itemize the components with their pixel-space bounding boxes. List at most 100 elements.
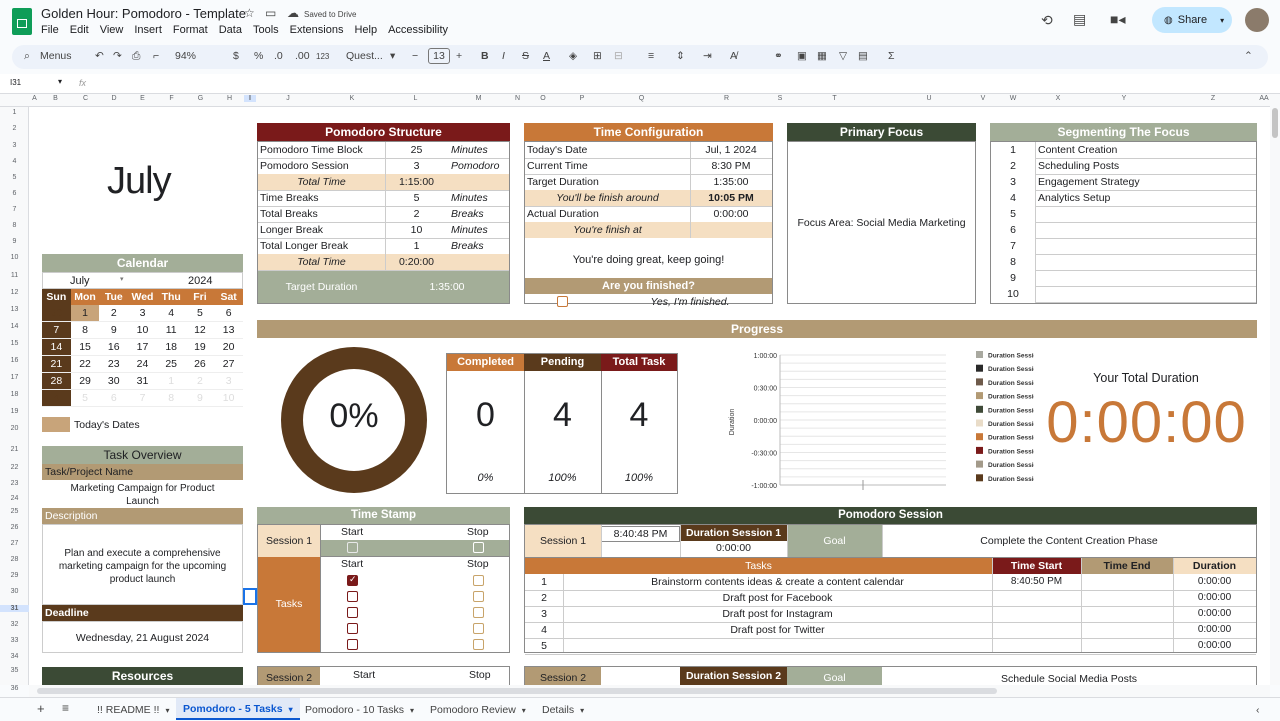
- task-start-checkbox[interactable]: [347, 574, 358, 586]
- calendar-date[interactable]: 8: [156, 390, 186, 407]
- meet-icon[interactable]: ■◂: [1110, 11, 1125, 28]
- structure-value[interactable]: 10: [385, 224, 448, 236]
- chevron-down-icon[interactable]: ▾: [580, 706, 584, 715]
- column-header-Y[interactable]: Y: [1080, 95, 1168, 102]
- column-header-AA[interactable]: AA: [1258, 95, 1270, 102]
- row-header-32[interactable]: 32: [0, 621, 29, 628]
- sheet-tab[interactable]: Pomodoro - 10 Tasks ▾: [305, 704, 414, 716]
- task-start-checkbox[interactable]: [347, 639, 358, 650]
- sheets-logo-icon[interactable]: [12, 8, 32, 35]
- task-text[interactable]: Draft post for Twitter: [563, 624, 992, 636]
- align-vertical-icon[interactable]: ⇕: [676, 50, 685, 62]
- calendar-date[interactable]: 11: [156, 322, 186, 339]
- structure-value[interactable]: 0:20:00: [385, 256, 448, 268]
- column-header-A[interactable]: A: [29, 95, 40, 102]
- menu-edit[interactable]: Edit: [70, 24, 89, 36]
- task-text[interactable]: Brainstorm contents ideas & create a con…: [563, 576, 992, 588]
- month-select[interactable]: July: [70, 275, 90, 287]
- column-header-I[interactable]: I: [244, 95, 256, 102]
- all-sheets-icon[interactable]: ≡: [62, 701, 69, 715]
- structure-value[interactable]: 25: [385, 144, 448, 156]
- menu-tools[interactable]: Tools: [253, 24, 279, 36]
- config-value[interactable]: Jul, 1 2024: [690, 144, 772, 156]
- row-header-19[interactable]: 19: [0, 408, 29, 415]
- task-stop-checkbox[interactable]: [473, 639, 484, 650]
- text-rotation-icon[interactable]: A̸: [730, 50, 737, 62]
- functions-icon[interactable]: Σ: [888, 50, 895, 62]
- row-header-3[interactable]: 3: [0, 142, 29, 149]
- chevron-down-icon[interactable]: ▾: [390, 50, 395, 62]
- scroll-tabs-icon[interactable]: ‹: [1256, 704, 1260, 716]
- print-icon[interactable]: ⎙: [132, 50, 140, 63]
- sheet-tab[interactable]: !! README !! ▾: [97, 704, 169, 716]
- row-header-2[interactable]: 2: [0, 125, 29, 132]
- column-header-G[interactable]: G: [186, 95, 215, 102]
- config-value[interactable]: 10:05 PM: [690, 192, 772, 204]
- row-header-28[interactable]: 28: [0, 556, 29, 563]
- version-history-icon[interactable]: ⟲: [1041, 12, 1053, 29]
- calendar-date[interactable]: 3: [128, 305, 157, 322]
- avatar[interactable]: [1245, 8, 1269, 32]
- deadline-value[interactable]: Wednesday, 21 August 2024: [42, 621, 243, 653]
- session1-timestamp[interactable]: 8:40:48 PM: [601, 526, 680, 542]
- number-format-button[interactable]: 123: [316, 52, 329, 61]
- year-value[interactable]: 2024: [188, 275, 212, 287]
- calendar-date[interactable]: 2: [99, 305, 129, 322]
- row-header-12[interactable]: 12: [0, 289, 29, 296]
- menu-format[interactable]: Format: [173, 24, 208, 36]
- config-value[interactable]: 8:30 PM: [690, 160, 772, 172]
- segment-text[interactable]: Scheduling Posts: [1038, 160, 1119, 172]
- structure-value[interactable]: 3: [385, 160, 448, 172]
- calendar-date[interactable]: 6: [214, 305, 243, 322]
- row-header-14[interactable]: 14: [0, 323, 29, 330]
- duration-chart[interactable]: 1:00:00 0:30:00 0:00:00 -0:30:00 -1:00:00 Dur…: [694, 347, 1051, 493]
- column-header-K[interactable]: K: [320, 95, 384, 102]
- strikethrough-icon[interactable]: S: [522, 50, 529, 62]
- calendar-date[interactable]: 29: [70, 373, 100, 390]
- finished-checkbox[interactable]: [557, 296, 568, 307]
- calendar-date[interactable]: 26: [185, 356, 215, 373]
- task-text[interactable]: Draft post for Facebook: [563, 592, 992, 604]
- row-header-21[interactable]: 21: [0, 446, 29, 453]
- link-icon[interactable]: ⚭: [774, 50, 783, 62]
- share-button[interactable]: ◍ Share ▾: [1152, 7, 1232, 33]
- calendar-date[interactable]: 6: [99, 390, 129, 407]
- row-header-13[interactable]: 13: [0, 306, 29, 313]
- add-sheet-icon[interactable]: +: [37, 701, 45, 716]
- calendar-date[interactable]: 9: [99, 322, 129, 339]
- row-header-16[interactable]: 16: [0, 357, 29, 364]
- menu-data[interactable]: Data: [219, 24, 242, 36]
- borders-icon[interactable]: ⊞: [593, 50, 602, 62]
- session1-stop-checkbox[interactable]: [473, 542, 484, 553]
- structure-value[interactable]: 1:15:00: [385, 176, 448, 188]
- calendar-date[interactable]: 1: [156, 373, 186, 390]
- menu-extensions[interactable]: Extensions: [290, 24, 344, 36]
- sheet-tab[interactable]: Pomodoro Review ▾: [430, 704, 526, 716]
- column-header-F[interactable]: F: [157, 95, 186, 102]
- calendar-date[interactable]: 20: [214, 339, 243, 356]
- row-header-24[interactable]: 24: [0, 495, 29, 502]
- merge-cells-icon[interactable]: ⊟: [614, 50, 623, 62]
- search-icon[interactable]: ⌕: [24, 50, 30, 63]
- horizontal-scroll-thumb[interactable]: [37, 688, 997, 694]
- calendar-date[interactable]: 30: [99, 373, 129, 390]
- column-header-R[interactable]: R: [680, 95, 773, 102]
- row-header-15[interactable]: 15: [0, 340, 29, 347]
- goal2-value[interactable]: Schedule Social Media Posts: [882, 673, 1256, 685]
- chevron-down-icon[interactable]: ▾: [58, 77, 62, 86]
- row-header-23[interactable]: 23: [0, 480, 29, 487]
- column-header-U[interactable]: U: [882, 95, 976, 102]
- move-folder-icon[interactable]: ▭: [265, 6, 276, 20]
- calendar-date[interactable]: 23: [99, 356, 129, 373]
- calendar-date[interactable]: 19: [185, 339, 215, 356]
- row-header-20[interactable]: 20: [0, 425, 29, 432]
- column-header-W[interactable]: W: [990, 95, 1036, 102]
- row-header-33[interactable]: 33: [0, 637, 29, 644]
- row-header-9[interactable]: 9: [0, 238, 29, 245]
- task-stop-checkbox[interactable]: [473, 623, 484, 634]
- calendar-date[interactable]: 30: [42, 305, 71, 322]
- calendar-date[interactable]: 31: [128, 373, 157, 390]
- font-size-increase-button[interactable]: +: [456, 50, 462, 62]
- name-box[interactable]: I31: [10, 78, 21, 87]
- percent-button[interactable]: %: [254, 50, 263, 62]
